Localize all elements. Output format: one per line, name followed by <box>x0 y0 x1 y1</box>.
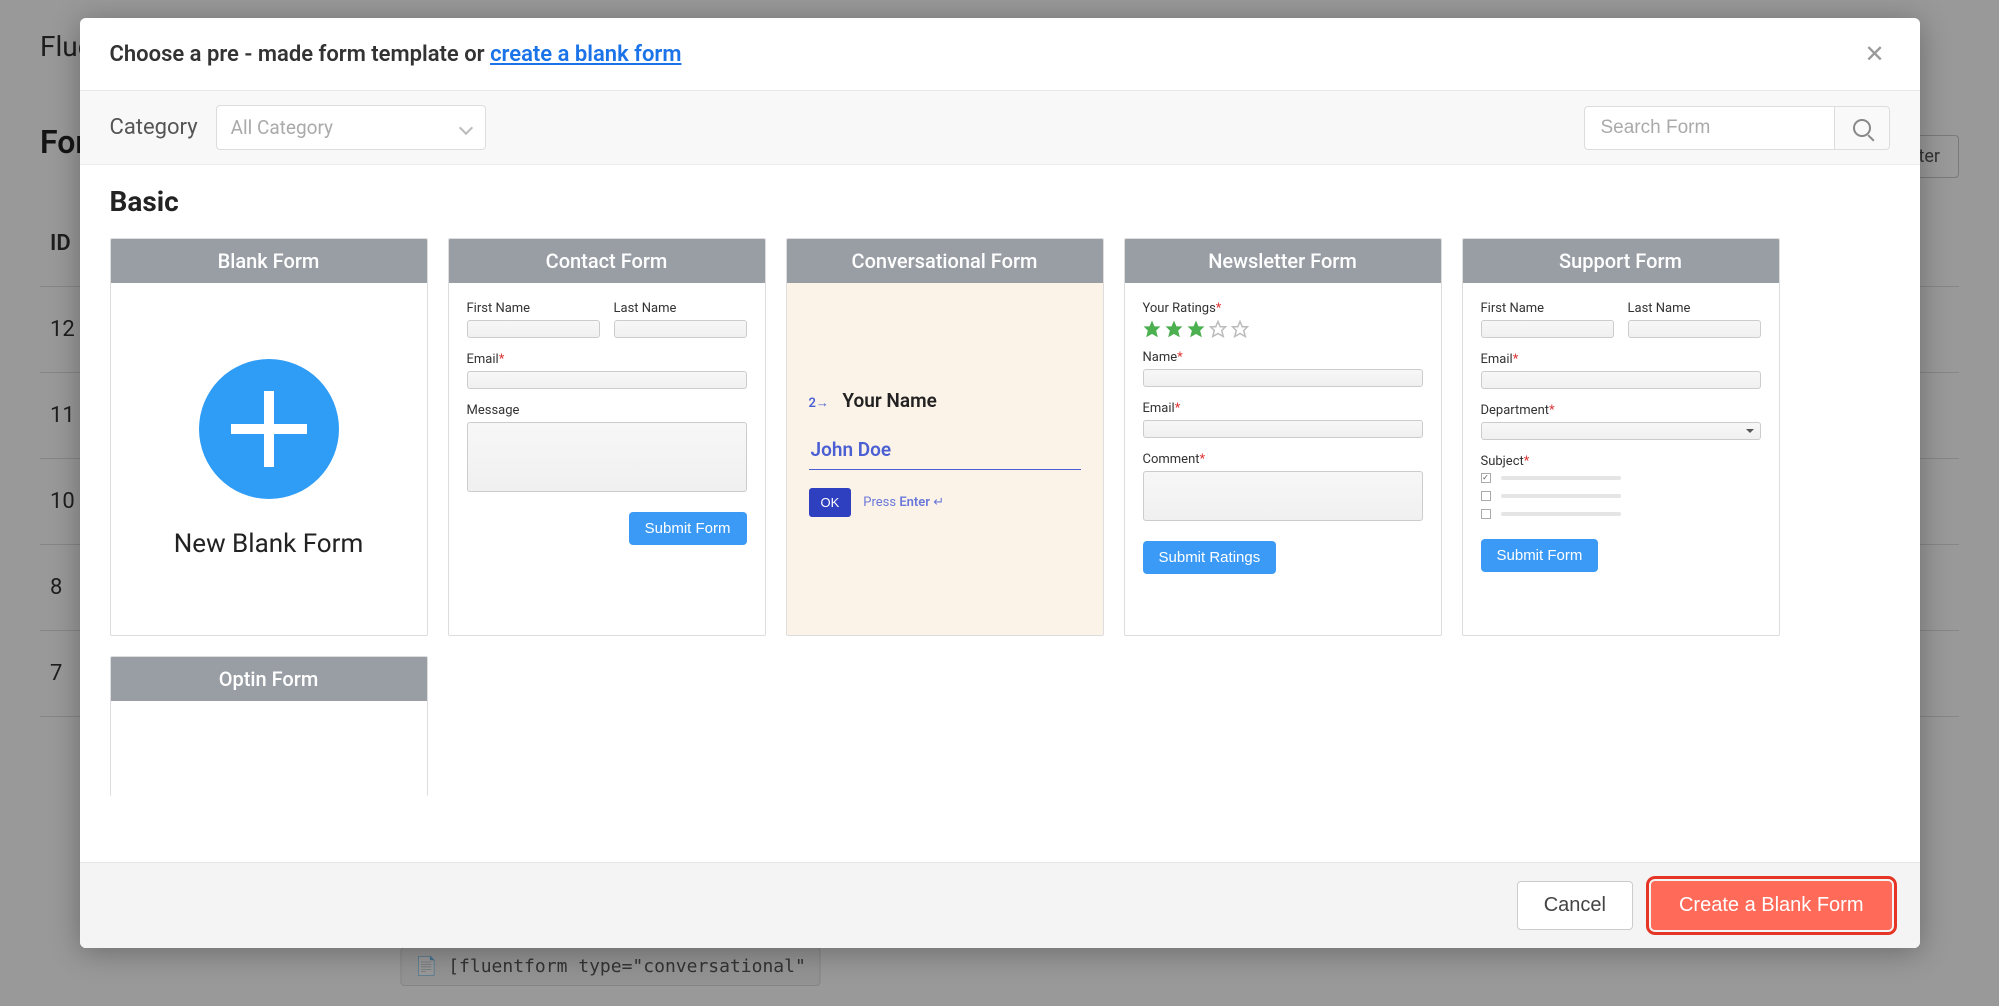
chevron-down-icon <box>459 120 473 134</box>
department-select <box>1481 422 1761 440</box>
template-card-newsletter[interactable]: Newsletter Form Your Ratings* Name* <box>1124 238 1442 636</box>
card-title: Contact Form <box>449 239 765 283</box>
template-card-support[interactable]: Support Form First Name Last Name Em <box>1462 238 1780 636</box>
email-label: Email* <box>467 352 747 367</box>
cancel-button[interactable]: Cancel <box>1517 881 1633 930</box>
template-card-blank[interactable]: Blank Form New Blank Form <box>110 238 428 636</box>
star-icon <box>1231 320 1249 338</box>
press-enter-hint: Press Enter ↵ <box>863 495 944 510</box>
message-field <box>467 422 747 492</box>
name-field <box>1143 369 1423 387</box>
blank-form-label: New Blank Form <box>174 529 364 559</box>
step-indicator: 2→ <box>809 396 829 411</box>
card-title: Blank Form <box>111 239 427 283</box>
card-title: Optin Form <box>111 657 427 701</box>
comment-label: Comment* <box>1143 452 1423 467</box>
first-name-label: First Name <box>1481 301 1614 316</box>
last-name-field <box>614 320 747 338</box>
ok-button: OK <box>809 488 852 517</box>
answer-input: John Doe <box>809 432 1081 470</box>
option-placeholder <box>1501 494 1621 498</box>
email-field <box>1481 371 1761 389</box>
email-label: Email* <box>1143 401 1423 416</box>
last-name-label: Last Name <box>1628 301 1761 316</box>
name-label: Name* <box>1143 350 1423 365</box>
category-placeholder: All Category <box>231 116 333 139</box>
first-name-field <box>467 320 600 338</box>
checkbox-icon <box>1481 509 1491 519</box>
create-blank-form-button[interactable]: Create a Blank Form <box>1651 881 1892 930</box>
template-cards: Blank Form New Blank Form Contact Form F… <box>110 238 1890 796</box>
section-heading: Basic <box>110 185 1890 218</box>
ratings-label: Your Ratings* <box>1143 301 1423 316</box>
question-label: Your Name <box>842 389 936 412</box>
modal-toolbar: Category All Category <box>80 91 1920 165</box>
category-select[interactable]: All Category <box>216 105 486 150</box>
submit-form-button: Submit Form <box>629 512 747 545</box>
option-placeholder <box>1501 512 1621 516</box>
star-rating <box>1143 320 1423 338</box>
star-icon <box>1165 320 1183 338</box>
modal-footer: Cancel Create a Blank Form <box>80 862 1920 948</box>
message-label: Message <box>467 403 747 418</box>
card-title: Support Form <box>1463 239 1779 283</box>
last-name-label: Last Name <box>614 301 747 316</box>
submit-form-button: Submit Form <box>1481 539 1599 572</box>
first-name-field <box>1481 320 1614 338</box>
subject-label: Subject* <box>1481 454 1761 469</box>
star-icon <box>1187 320 1205 338</box>
email-field <box>467 371 747 389</box>
last-name-field <box>1628 320 1761 338</box>
comment-field <box>1143 471 1423 521</box>
checkbox-checked-icon <box>1481 473 1491 483</box>
star-icon <box>1209 320 1227 338</box>
card-title: Conversational Form <box>787 239 1103 283</box>
search-button[interactable] <box>1834 106 1890 150</box>
checkbox-icon <box>1481 491 1491 501</box>
modal-title: Choose a pre - made form template or cre… <box>110 42 682 67</box>
email-field <box>1143 420 1423 438</box>
template-card-optin[interactable]: Optin Form <box>110 656 428 796</box>
close-icon[interactable]: ✕ <box>1860 40 1890 68</box>
template-picker-modal: Choose a pre - made form template or cre… <box>80 18 1920 948</box>
modal-body: Basic Blank Form New Blank Form Contact … <box>80 165 1920 862</box>
template-card-contact[interactable]: Contact Form First Name Last Name Em <box>448 238 766 636</box>
modal-header: Choose a pre - made form template or cre… <box>80 18 1920 91</box>
create-blank-link[interactable]: create a blank form <box>490 42 681 67</box>
search-icon <box>1853 119 1871 137</box>
first-name-label: First Name <box>467 301 600 316</box>
template-card-conversational[interactable]: Conversational Form 2→ Your Name John Do… <box>786 238 1104 636</box>
search-input[interactable] <box>1584 106 1834 150</box>
star-icon <box>1143 320 1161 338</box>
email-label: Email* <box>1481 352 1761 367</box>
category-label: Category <box>110 115 198 140</box>
submit-ratings-button: Submit Ratings <box>1143 541 1277 574</box>
plus-icon <box>199 359 339 499</box>
department-label: Department* <box>1481 403 1761 418</box>
card-title: Newsletter Form <box>1125 239 1441 283</box>
option-placeholder <box>1501 476 1621 480</box>
